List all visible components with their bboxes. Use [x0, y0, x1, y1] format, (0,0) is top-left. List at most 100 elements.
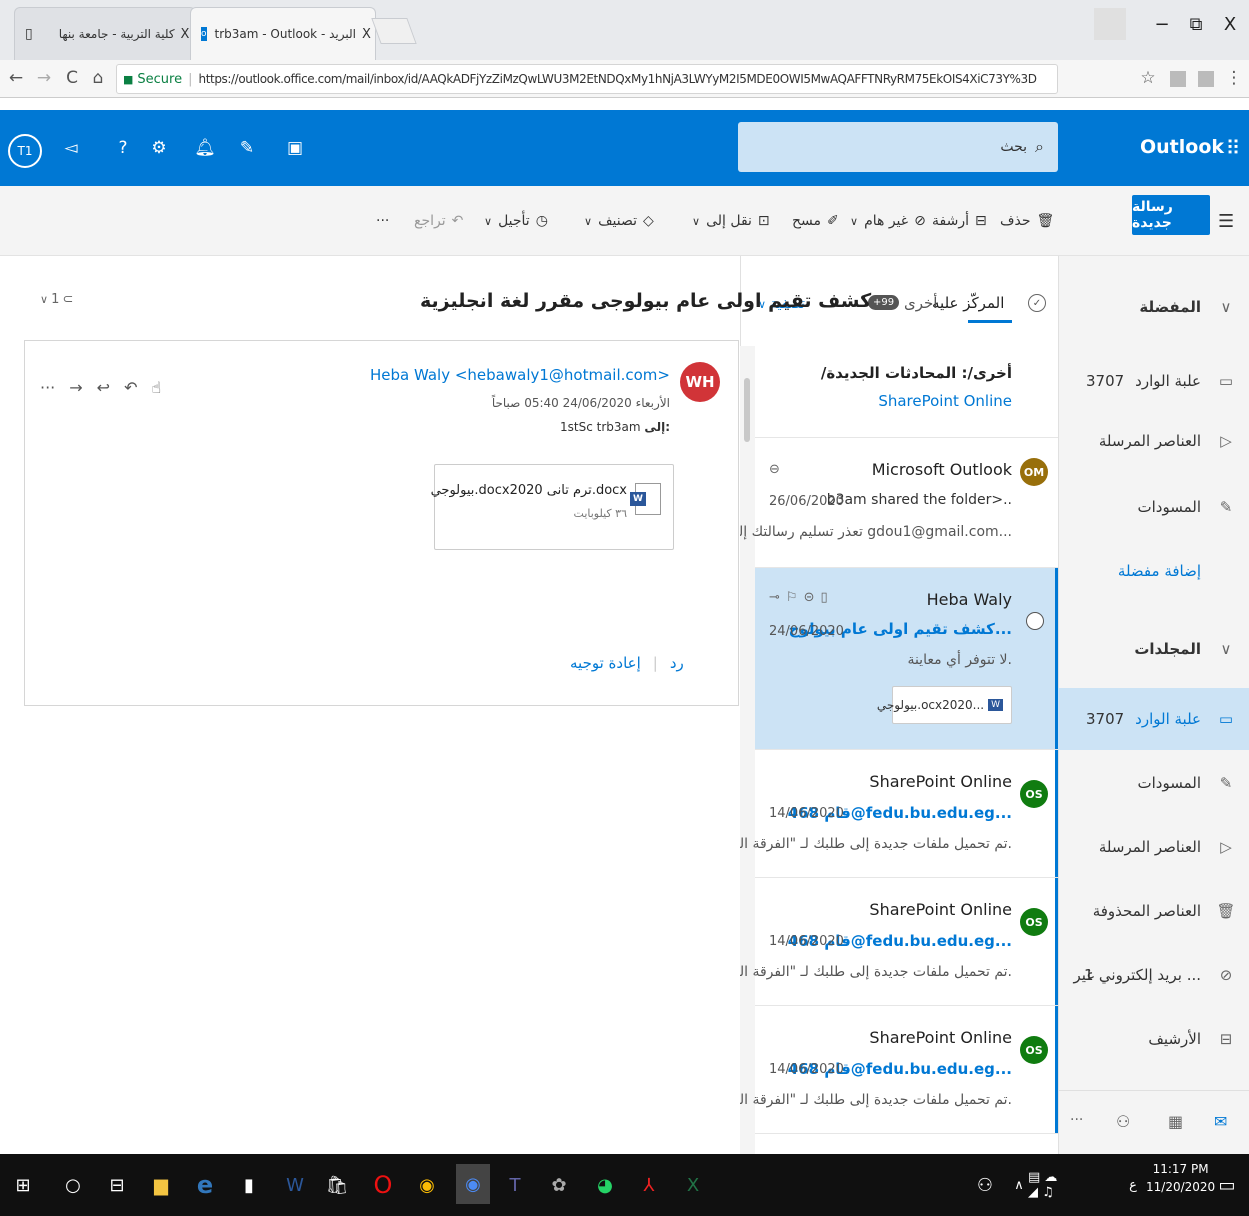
back-button[interactable]: ←	[4, 66, 28, 90]
list-item[interactable]: OS SharePoint Online قام 468@fedu.bu.edu…	[736, 878, 1058, 1006]
nav-item-archive[interactable]: الأرشيف ⊟	[1058, 1008, 1249, 1070]
opera-icon[interactable]: O	[368, 1168, 398, 1202]
minimize-button[interactable]: −	[1146, 8, 1178, 40]
system-tray-icons[interactable]: ▤ ☁ ◢ ♫	[1028, 1168, 1058, 1202]
nav-item-drafts[interactable]: المسودات ✎	[1058, 752, 1249, 814]
pin-icon[interactable]: ⊸	[769, 590, 786, 605]
delete-button[interactable]: حذف 🗑︎	[1000, 204, 1054, 238]
acrobat-icon[interactable]: ⅄	[634, 1168, 664, 1202]
notification-center-icon[interactable]: ▭	[1212, 1168, 1242, 1202]
scrollbar[interactable]	[740, 346, 755, 1154]
attachment-card[interactable]: W بيولوجي.docx2020 ترم تانى.docx ٣٦ كيلو…	[431, 464, 674, 550]
forward-link[interactable]: إعادة توجيه	[570, 654, 641, 672]
search-box[interactable]: بحث ⌕	[738, 122, 1058, 172]
file-explorer-icon[interactable]: ▆	[146, 1168, 176, 1202]
paint-icon[interactable]: ✿	[544, 1168, 574, 1202]
snooze-button[interactable]: ∨ تأجيل ◷	[484, 204, 548, 238]
chrome-active-icon[interactable]: ◉	[456, 1164, 490, 1204]
list-item[interactable]: OS SharePoint Online قام 468@fedu.bu.edu…	[736, 1006, 1058, 1134]
list-item[interactable]: OS SharePoint Online قام 468@fedu.bu.edu…	[736, 750, 1058, 878]
tab-other[interactable]: أخرى	[904, 294, 937, 312]
profile-icon[interactable]	[1094, 8, 1126, 40]
recipient-name[interactable]: 1stSc trb3am	[560, 420, 641, 434]
select-checkbox-icon[interactable]	[1026, 612, 1044, 630]
language-indicator[interactable]: ع	[1118, 1168, 1148, 1202]
hamburger-menu-icon[interactable]: ☰	[1218, 204, 1234, 238]
extension-icon[interactable]	[1198, 71, 1214, 87]
archive-button[interactable]: أرشفة ⊟	[932, 204, 987, 238]
quick-actions[interactable]: ⊸⚐⊝▯	[769, 590, 834, 605]
store-icon[interactable]: 🛍︎	[322, 1168, 352, 1202]
reload-button[interactable]: C	[60, 66, 84, 90]
edge-icon[interactable]: e	[190, 1168, 220, 1202]
whatsapp-icon[interactable]: ◕	[590, 1168, 620, 1202]
like-icon[interactable]: ☝︎	[151, 378, 161, 397]
nav-item-inbox[interactable]: علبة الوارد 3707 ▭	[1058, 688, 1249, 750]
more-actions-icon[interactable]: ···	[40, 378, 55, 397]
other-inbox-banner[interactable]: /أخرى/: المحادثات الجديدة SharePoint Onl…	[755, 346, 1058, 438]
office-icon[interactable]: ▣	[280, 130, 310, 166]
nav-item-drafts-favorite[interactable]: المسودات ✎	[1058, 476, 1249, 538]
flag-icon[interactable]: ⚐	[786, 590, 804, 605]
new-message-button[interactable]: رسالة جديدة	[1132, 195, 1210, 235]
people-icon[interactable]: ⚇	[1116, 1112, 1130, 1131]
sweep-button[interactable]: مسح ✐	[792, 204, 839, 238]
more-actions-button[interactable]: ···	[376, 204, 389, 238]
more-apps-icon[interactable]: ···	[1070, 1112, 1083, 1128]
start-windows-icon[interactable]: ⊞	[8, 1168, 38, 1202]
attachments-toggle[interactable]: ∨ 1 ⊂	[40, 292, 73, 307]
sender-avatar[interactable]: WH	[680, 362, 720, 402]
nav-item-sent-favorite[interactable]: العناصر المرسلة ▷	[1058, 410, 1249, 472]
close-tab-icon[interactable]: X	[362, 27, 371, 42]
add-favorite-link[interactable]: إضافة مفضلة	[1058, 540, 1249, 602]
notes-icon[interactable]: ✎	[232, 130, 262, 166]
menu-icon[interactable]: ⋮	[1222, 66, 1246, 90]
categorize-button[interactable]: ∨ تصنيف ◇	[584, 204, 654, 238]
mail-icon[interactable]: ✉	[1214, 1112, 1227, 1131]
task-view-icon[interactable]: ⊟	[102, 1168, 132, 1202]
browser-tab-active[interactable]: o trb3am - Outlook - البريد X	[190, 7, 376, 60]
sender-address[interactable]: Heba Waly <hebawaly1@hotmail.com>	[360, 366, 670, 384]
chrome-icon[interactable]: ◉	[412, 1168, 442, 1202]
bell-icon[interactable]: 🔔︎	[190, 130, 220, 166]
excel-icon[interactable]: X	[678, 1168, 708, 1202]
nav-item-inbox-favorite[interactable]: علبة الوارد 3707 ▭	[1058, 350, 1249, 412]
mark-read-icon[interactable]: ⊝	[804, 590, 821, 605]
select-all-checkbox-icon[interactable]: ✓	[1028, 294, 1046, 312]
search-circle-icon[interactable]: ○	[58, 1168, 88, 1202]
attachment-chip[interactable]: بيولوجي.ocx2020... W	[877, 686, 1012, 724]
forward-icon[interactable]: →	[69, 378, 82, 397]
nav-item-junk[interactable]: بريد إلكتروني غير ... 1 ⊘	[1058, 944, 1249, 1006]
avatar[interactable]: T1	[8, 134, 42, 168]
calendar-icon[interactable]: ▦	[1168, 1112, 1183, 1131]
browser-tab[interactable]: ▯ كلية التربية - جامعة بنها X	[14, 7, 196, 60]
close-tab-icon[interactable]: X	[181, 27, 190, 42]
close-window-button[interactable]: X	[1214, 8, 1246, 40]
people-icon[interactable]: ⚇	[970, 1168, 1000, 1202]
reply-all-icon[interactable]: ↩︎	[97, 378, 110, 397]
settings-gear-icon[interactable]: ⚙	[144, 130, 174, 166]
clock[interactable]: 11:17 PM 11/20/2020	[1146, 1162, 1215, 1194]
tab-focused[interactable]: المركّز عليه	[932, 294, 1004, 312]
junk-button[interactable]: ∨ غير هام ⊘	[850, 204, 926, 238]
nav-item-deleted[interactable]: العناصر المحذوفة 🗑︎	[1058, 880, 1249, 942]
folders-header[interactable]: المجلدات ∨	[1058, 618, 1249, 680]
extension-icon[interactable]	[1170, 71, 1186, 87]
maximize-button[interactable]: ⧉	[1180, 8, 1212, 40]
announcement-icon[interactable]: ◅	[56, 130, 86, 166]
teams-icon[interactable]: T	[500, 1168, 530, 1202]
address-bar[interactable]: ■ Secure | https://outlook.office.com/ma…	[116, 64, 1058, 94]
app-name[interactable]: Outlook	[1140, 136, 1224, 158]
scrollbar-thumb[interactable]	[744, 378, 750, 442]
undo-button[interactable]: تراجع ↶	[414, 204, 463, 238]
forward-button[interactable]: →	[32, 66, 56, 90]
bookmark-star-icon[interactable]: ☆	[1136, 66, 1160, 90]
move-to-button[interactable]: ∨ نقل إلى ⊡	[692, 204, 770, 238]
help-icon[interactable]: ?	[108, 130, 138, 166]
notepad-icon[interactable]: ▮	[234, 1168, 264, 1202]
reply-link[interactable]: رد	[670, 654, 684, 672]
favorites-header[interactable]: المفضلة ∨	[1058, 276, 1249, 338]
nav-item-sent[interactable]: العناصر المرسلة ▷	[1058, 816, 1249, 878]
list-item[interactable]: OM Microsoft Outlook ⊖ b3am shared the f…	[727, 438, 1058, 568]
list-item-selected[interactable]: Heba Waly ⊸⚐⊝▯ كشف تقيم اولى عام بيولوج.…	[755, 568, 1058, 750]
